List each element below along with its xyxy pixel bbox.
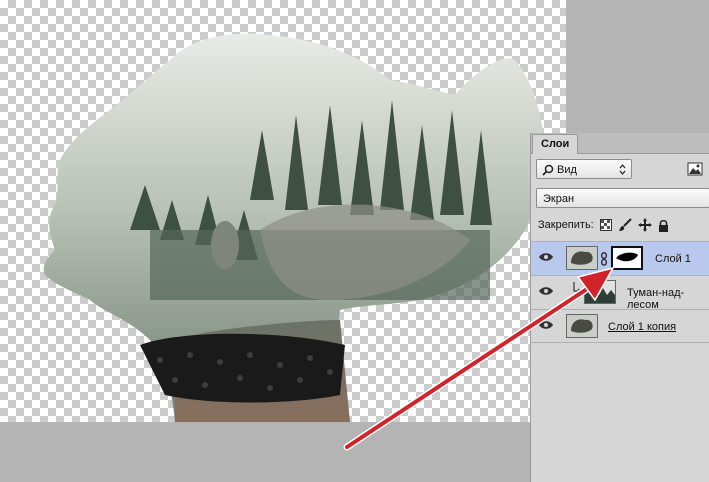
annotation-arrow bbox=[343, 266, 615, 451]
